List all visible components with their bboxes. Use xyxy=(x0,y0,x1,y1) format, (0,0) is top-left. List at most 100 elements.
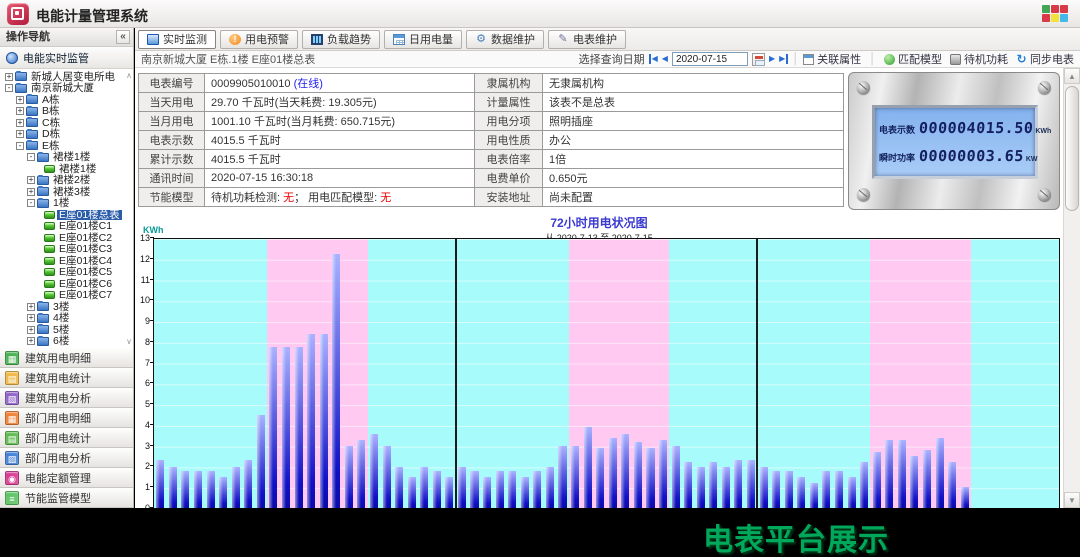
tree-scroll-up-icon[interactable]: ∧ xyxy=(126,71,132,80)
sidebar-item-dept-usage-stats[interactable]: ▤部门用电统计 xyxy=(0,428,133,448)
chart-bar xyxy=(483,477,491,508)
tree-expand-toggle[interactable]: + xyxy=(16,119,24,127)
tree-node[interactable]: -E栋 xyxy=(0,140,133,152)
tree-expand-toggle[interactable]: + xyxy=(27,188,35,196)
tree-expand-toggle[interactable]: + xyxy=(27,176,35,184)
folder-icon xyxy=(26,95,38,104)
sidebar-item-label: 部门用电统计 xyxy=(25,430,91,446)
tree-node[interactable]: +D栋 xyxy=(0,129,133,141)
query-date-input[interactable] xyxy=(672,52,748,66)
sidebar-item-energy-quota-mgmt[interactable]: ◉电能定额管理 xyxy=(0,468,133,488)
brand-square xyxy=(1060,5,1068,13)
tree-node[interactable]: E座01楼总表 xyxy=(0,209,133,221)
tree-node[interactable]: +4楼 xyxy=(0,313,133,325)
info-label: 电表示数 xyxy=(139,131,205,150)
info-value: 1001.10 千瓦时(当月耗费: 650.715元) xyxy=(205,112,475,131)
tree-node[interactable]: +3楼 xyxy=(0,301,133,313)
tree-scroll-down-icon[interactable]: ∨ xyxy=(126,337,132,346)
sidebar-item-dept-usage-detail[interactable]: ▦部门用电明细 xyxy=(0,408,133,428)
scroll-up-icon[interactable]: ▲ xyxy=(1064,68,1080,84)
chart-bar xyxy=(546,467,554,508)
prev-date-button[interactable]: ◀ xyxy=(662,54,668,64)
tab-realtime-monitor[interactable]: 实时监测 xyxy=(138,30,216,49)
related-attrs-button[interactable]: 关联属性 xyxy=(803,51,861,67)
tree-node[interactable]: E座01楼C6 xyxy=(0,278,133,290)
scroll-down-icon[interactable]: ▼ xyxy=(1064,492,1080,508)
sidebar-item-building-usage-analysis[interactable]: ▧建筑用电分析 xyxy=(0,388,133,408)
sidebar-item-building-usage-stats[interactable]: ▤建筑用电统计 xyxy=(0,368,133,388)
meter-icon xyxy=(44,291,55,299)
tree-node[interactable]: E座01楼C1 xyxy=(0,221,133,233)
y-tick-label: 8 xyxy=(135,337,150,347)
app-logo-icon xyxy=(7,3,29,25)
tree-expand-toggle[interactable]: + xyxy=(16,130,24,138)
sidebar-section-realtime-monitor[interactable]: 电能实时监管 xyxy=(0,47,133,69)
tree-expand-toggle[interactable]: - xyxy=(27,199,35,207)
tree-node[interactable]: E座01楼C4 xyxy=(0,255,133,267)
tree-expand-toggle[interactable]: + xyxy=(16,96,24,104)
tree-node[interactable]: -1楼 xyxy=(0,198,133,210)
sidebar-item-energy-saving-model[interactable]: ≡节能监管模型 xyxy=(0,488,133,508)
tree-expand-toggle[interactable]: + xyxy=(27,303,35,311)
last-date-button[interactable]: ▶ xyxy=(779,54,788,64)
next-date-button[interactable]: ▶ xyxy=(769,54,775,64)
info-label: 电费单价 xyxy=(475,169,543,188)
tree-node[interactable]: +新城人居变电所电 xyxy=(0,71,133,83)
lcd-reading-label: 电表示数 xyxy=(879,123,919,136)
online-status-link[interactable]: (在线) xyxy=(294,78,323,90)
tree-node[interactable]: 裙楼1楼 xyxy=(0,163,133,175)
standby-power-button[interactable]: 待机功耗 xyxy=(950,51,1008,67)
tree-node[interactable]: -裙楼1楼 xyxy=(0,152,133,164)
separator: │ xyxy=(792,53,799,65)
tree-node[interactable]: E座01楼C3 xyxy=(0,244,133,256)
sidebar-item-building-usage-detail[interactable]: ▦建筑用电明细 xyxy=(0,348,133,368)
tree-expand-toggle[interactable]: - xyxy=(16,142,24,150)
date-label: 选择查询日期 xyxy=(579,51,645,67)
calendar-picker-button[interactable] xyxy=(752,53,765,66)
y-tick-mark xyxy=(150,465,154,466)
y-tick-label: 5 xyxy=(135,399,150,409)
sync-meter-button[interactable]: ↻同步电表 xyxy=(1016,51,1074,67)
tree-expand-toggle[interactable]: + xyxy=(5,73,13,81)
tree-node[interactable]: +裙楼3楼 xyxy=(0,186,133,198)
tree-node[interactable]: +C栋 xyxy=(0,117,133,129)
tree-node[interactable]: E座01楼C2 xyxy=(0,232,133,244)
tree-expand-toggle[interactable]: + xyxy=(27,337,35,345)
sidebar-collapse-button[interactable]: « xyxy=(116,30,130,44)
tab-power-alert[interactable]: !用电预警 xyxy=(220,30,298,49)
folder-icon xyxy=(37,302,49,311)
table-row: 当月用电1001.10 千瓦时(当月耗费: 650.715元)用电分项照明插座 xyxy=(139,112,844,131)
footer-caption: 电表平台展示 xyxy=(703,515,889,557)
screw-icon xyxy=(857,81,870,94)
tree-node[interactable]: +裙楼2楼 xyxy=(0,175,133,187)
tree-node[interactable]: E座01楼C5 xyxy=(0,267,133,279)
scrollbar-thumb[interactable] xyxy=(1065,86,1079,211)
tab-daily-usage[interactable]: 日用电量 xyxy=(384,30,462,49)
tree-node[interactable]: E座01楼C7 xyxy=(0,290,133,302)
chart-bar xyxy=(684,462,692,508)
sidebar-item-dept-usage-analysis[interactable]: ▨部门用电分析 xyxy=(0,448,133,468)
tab-load-trend[interactable]: 负载趋势 xyxy=(302,30,380,49)
tree-node[interactable]: +A栋 xyxy=(0,94,133,106)
y-tick-label: 12 xyxy=(135,254,150,264)
chart-bar xyxy=(458,467,466,508)
info-label: 隶属机构 xyxy=(475,74,543,93)
match-model-button[interactable]: 匹配模型 xyxy=(884,51,942,67)
tree-node[interactable]: +5楼 xyxy=(0,324,133,336)
tree-expand-toggle[interactable]: - xyxy=(27,153,35,161)
tree-expand-toggle[interactable]: + xyxy=(16,107,24,115)
chart-bar xyxy=(672,446,680,508)
y-tick-label: 3 xyxy=(135,441,150,451)
tab-data-maintenance[interactable]: ⚙数据维护 xyxy=(466,30,544,49)
tree-node[interactable]: +6楼 xyxy=(0,336,133,348)
tree-node[interactable]: +B栋 xyxy=(0,106,133,118)
tab-meter-maintenance[interactable]: ✎电表维护 xyxy=(548,30,626,49)
first-date-button[interactable]: ◀ xyxy=(649,54,658,64)
tree-expand-toggle[interactable]: + xyxy=(27,326,35,334)
tree-expand-toggle[interactable]: + xyxy=(27,314,35,322)
tree-expand-toggle[interactable]: - xyxy=(5,84,13,92)
meter-icon xyxy=(44,280,55,288)
brand-square xyxy=(1051,5,1059,13)
vertical-scrollbar[interactable]: ▲ ▼ xyxy=(1063,68,1080,508)
tree-node[interactable]: -南京新城大厦 xyxy=(0,83,133,95)
